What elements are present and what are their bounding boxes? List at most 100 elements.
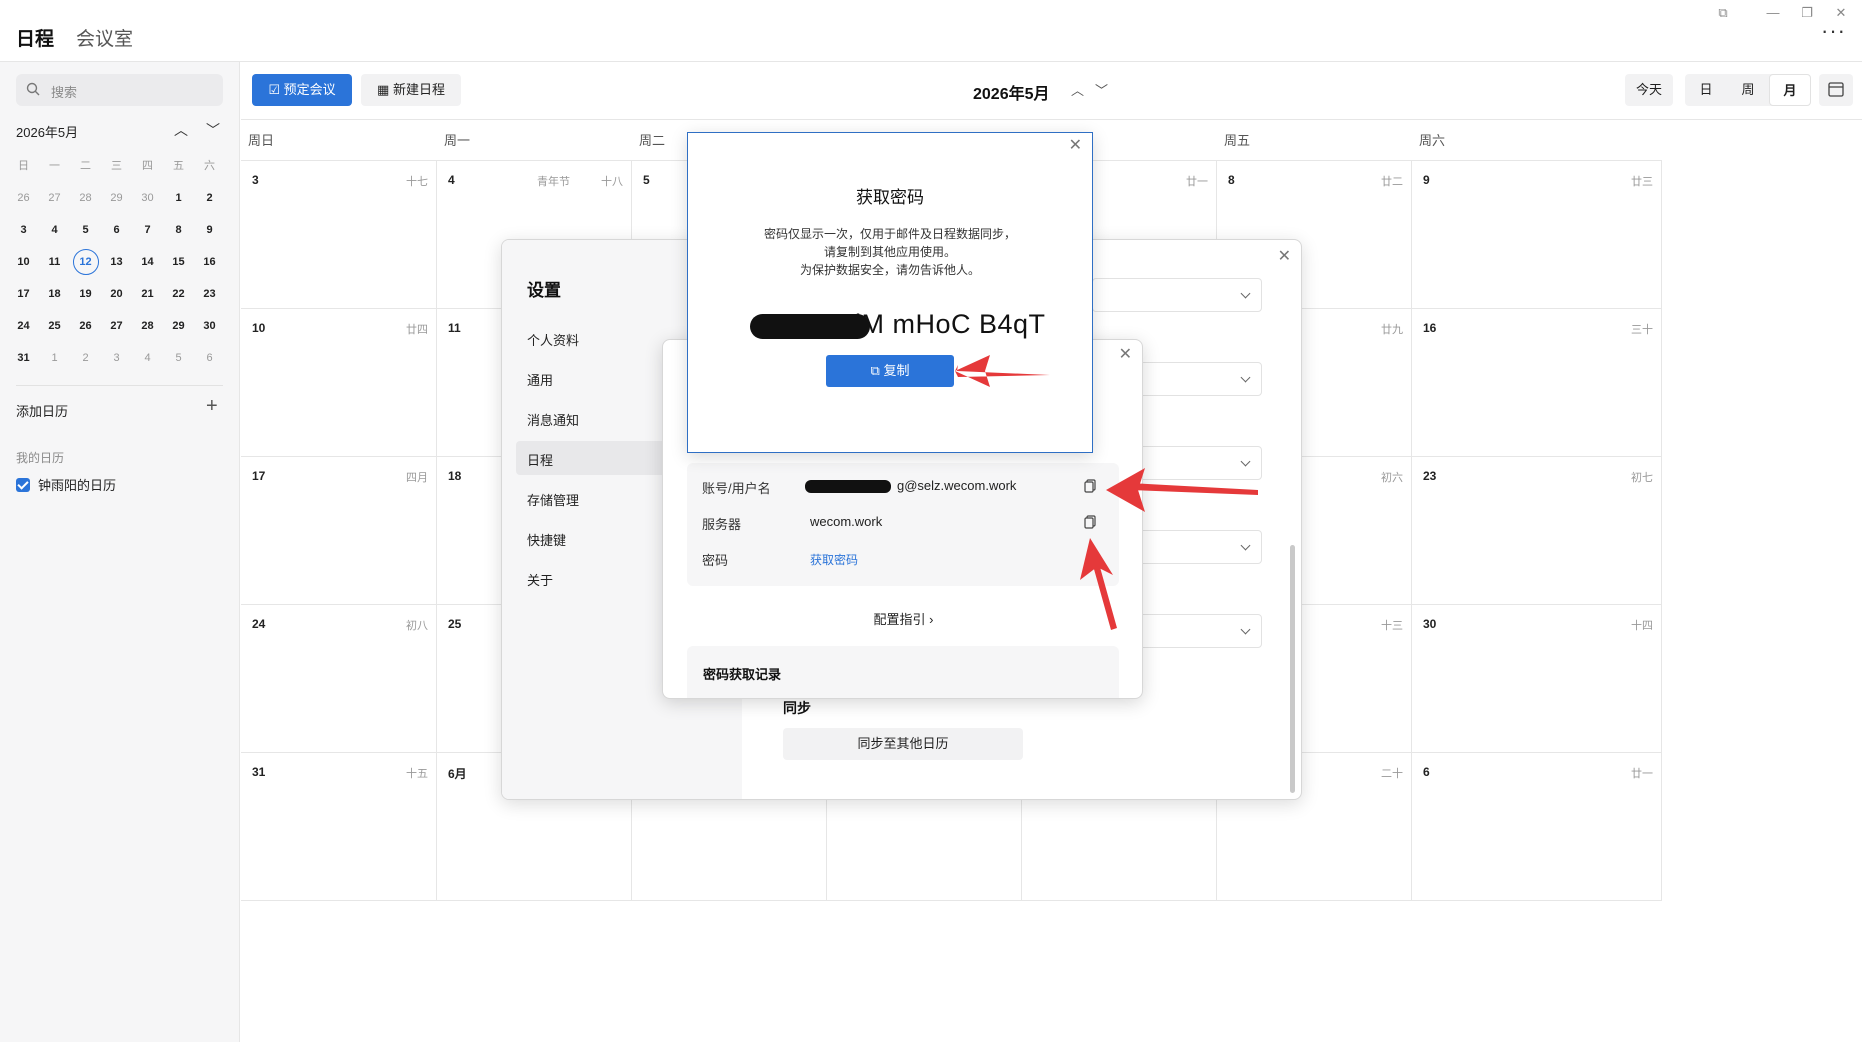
- view-week-button[interactable]: 周: [1727, 74, 1769, 106]
- day-number: 10: [252, 321, 266, 335]
- mini-day[interactable]: 19: [70, 278, 101, 310]
- password-close-icon[interactable]: ✕: [1069, 135, 1082, 155]
- book-meeting-button[interactable]: ☑ 预定会议: [252, 74, 352, 106]
- settings-scrollbar[interactable]: [1290, 545, 1295, 793]
- mini-day[interactable]: 7: [132, 214, 163, 246]
- copy-account-icon[interactable]: [1084, 479, 1096, 493]
- tab-meeting-room[interactable]: 会议室: [76, 24, 133, 51]
- mini-day[interactable]: 17: [8, 278, 39, 310]
- mini-day[interactable]: 11: [39, 246, 70, 278]
- mini-day[interactable]: 24: [8, 310, 39, 342]
- account-close-icon[interactable]: ✕: [1119, 344, 1132, 364]
- weekday-header: 周日: [241, 121, 437, 161]
- mini-day[interactable]: 13: [101, 246, 132, 278]
- mini-day[interactable]: 26: [70, 310, 101, 342]
- mini-day[interactable]: 12: [70, 246, 101, 278]
- mini-day[interactable]: 1: [163, 182, 194, 214]
- mini-day[interactable]: 1: [39, 342, 70, 374]
- calendar-day-cell[interactable]: 16 三十: [1412, 309, 1662, 457]
- calendar-checkbox[interactable]: [16, 478, 30, 492]
- day-number: 6: [1423, 765, 1430, 779]
- mini-day[interactable]: 6: [101, 214, 132, 246]
- mini-day[interactable]: 4: [39, 214, 70, 246]
- sync-to-other-calendar-button[interactable]: 同步至其他日历: [783, 728, 1023, 760]
- get-password-link[interactable]: 获取密码: [810, 551, 858, 568]
- settings-nav-schedule[interactable]: 日程: [527, 450, 553, 469]
- calendar-day-cell[interactable]: 3 十七: [241, 161, 437, 309]
- add-calendar-button[interactable]: +: [206, 395, 218, 418]
- more-options-button[interactable]: ···: [1821, 20, 1846, 42]
- restore-icon[interactable]: ❐: [1796, 4, 1818, 22]
- settings-close-icon[interactable]: ✕: [1278, 246, 1291, 266]
- mini-day[interactable]: 18: [39, 278, 70, 310]
- mini-day[interactable]: 2: [70, 342, 101, 374]
- mini-day[interactable]: 4: [132, 342, 163, 374]
- minimize-icon[interactable]: —: [1762, 4, 1784, 22]
- today-button[interactable]: 今天: [1625, 74, 1673, 106]
- calendar-day-cell[interactable]: 24 初八: [241, 605, 437, 753]
- settings-nav-about[interactable]: 关于: [527, 570, 553, 589]
- description-line: 密码仅显示一次，仅用于邮件及日程数据同步，: [763, 227, 1016, 241]
- next-month-icon[interactable]: ﹀: [1095, 80, 1108, 99]
- calendar-item[interactable]: 钟雨阳的日历: [16, 475, 116, 494]
- tab-schedule[interactable]: 日程: [16, 24, 54, 51]
- mini-day[interactable]: 3: [101, 342, 132, 374]
- calendar-day-cell[interactable]: 31 十五: [241, 753, 437, 901]
- mini-day[interactable]: 30: [132, 182, 163, 214]
- lunar-date: 十四: [1631, 620, 1653, 632]
- settings-nav-notifications[interactable]: 消息通知: [527, 410, 579, 429]
- settings-select[interactable]: [1092, 278, 1262, 312]
- mini-day[interactable]: 29: [101, 182, 132, 214]
- mini-day[interactable]: 2: [194, 182, 225, 214]
- settings-nav-shortcuts[interactable]: 快捷键: [527, 530, 566, 549]
- mini-day[interactable]: 27: [39, 182, 70, 214]
- mini-day[interactable]: 5: [163, 342, 194, 374]
- chevron-down-icon[interactable]: ﹀: [206, 120, 220, 140]
- mini-day[interactable]: 28: [70, 182, 101, 214]
- lunar-date: 廿三: [1631, 176, 1653, 188]
- calendar-day-cell[interactable]: 10 廿四: [241, 309, 437, 457]
- mini-day[interactable]: 29: [163, 310, 194, 342]
- mini-day[interactable]: 9: [194, 214, 225, 246]
- calendar-day-cell[interactable]: 23 初七: [1412, 457, 1662, 605]
- mini-day[interactable]: 22: [163, 278, 194, 310]
- copy-password-button[interactable]: ⧉ 复制: [826, 355, 954, 387]
- calendar-day-cell[interactable]: 6 廿一: [1412, 753, 1662, 901]
- view-month-button[interactable]: 月: [1769, 74, 1811, 106]
- mini-day[interactable]: 23: [194, 278, 225, 310]
- prev-month-icon[interactable]: ︿: [1071, 80, 1084, 99]
- mini-day[interactable]: 5: [70, 214, 101, 246]
- mini-day[interactable]: 10: [8, 246, 39, 278]
- mini-day[interactable]: 3: [8, 214, 39, 246]
- mini-day[interactable]: 14: [132, 246, 163, 278]
- search-input[interactable]: 搜索: [16, 74, 223, 106]
- calendar-day-cell[interactable]: 17 四月: [241, 457, 437, 605]
- book-meeting-label: 预定会议: [283, 82, 336, 97]
- mini-day[interactable]: 27: [101, 310, 132, 342]
- calendar-day-cell[interactable]: 30 十四: [1412, 605, 1662, 753]
- settings-nav-storage[interactable]: 存储管理: [527, 490, 579, 509]
- settings-nav-general[interactable]: 通用: [527, 370, 553, 389]
- view-day-button[interactable]: 日: [1685, 74, 1727, 106]
- mini-day[interactable]: 6: [194, 342, 225, 374]
- settings-nav-profile[interactable]: 个人资料: [527, 330, 579, 349]
- layout-toggle-button[interactable]: [1819, 74, 1853, 106]
- new-event-button[interactable]: ▦ 新建日程: [361, 74, 461, 106]
- mini-day[interactable]: 16: [194, 246, 225, 278]
- mini-day[interactable]: 31: [8, 342, 39, 374]
- mini-day[interactable]: 30: [194, 310, 225, 342]
- day-number: 24: [252, 617, 266, 631]
- copy-server-icon[interactable]: [1084, 515, 1096, 529]
- mini-day[interactable]: 28: [132, 310, 163, 342]
- chevron-up-icon[interactable]: ︿: [174, 120, 188, 140]
- mini-day[interactable]: 21: [132, 278, 163, 310]
- config-guide-link[interactable]: 配置指引 ›: [663, 609, 1142, 628]
- mini-day[interactable]: 25: [39, 310, 70, 342]
- mini-day[interactable]: 8: [163, 214, 194, 246]
- mini-day[interactable]: 20: [101, 278, 132, 310]
- popout-icon[interactable]: ⧉: [1712, 4, 1734, 22]
- mini-day[interactable]: 15: [163, 246, 194, 278]
- redaction-mark: [805, 480, 891, 493]
- calendar-day-cell[interactable]: 9 廿三: [1412, 161, 1662, 309]
- mini-day[interactable]: 26: [8, 182, 39, 214]
